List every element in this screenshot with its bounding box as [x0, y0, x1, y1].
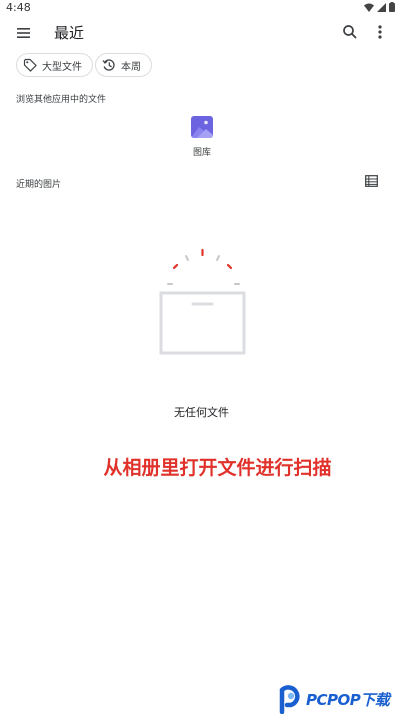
status-time: 4:48: [6, 1, 31, 14]
promo-caption: 从相册里打开文件进行扫描: [103, 457, 332, 479]
recent-section-label: 近期的图片: [16, 180, 62, 190]
tag-icon: [23, 58, 37, 72]
app-bar: 最近: [0, 18, 403, 48]
menu-icon[interactable]: [14, 22, 36, 44]
empty-state-text: 无任何文件: [174, 406, 229, 419]
chip-large-files[interactable]: 大型文件: [16, 53, 93, 77]
chip-label: 本周: [121, 61, 141, 73]
status-bar: 4:48: [0, 0, 403, 18]
search-icon[interactable]: [340, 22, 360, 42]
watermark-logo: PCPOP下载: [278, 683, 390, 715]
page-title: 最近: [54, 24, 85, 42]
chip-label: 大型文件: [42, 61, 82, 73]
more-vert-icon[interactable]: [372, 22, 388, 42]
gallery-icon: [191, 116, 213, 138]
chip-this-week[interactable]: 本周: [95, 53, 152, 77]
status-icons: [364, 2, 395, 12]
signal-icon: [377, 2, 386, 12]
pcpop-logo-icon: [279, 685, 300, 714]
empty-box-icon: [159, 248, 246, 355]
battery-icon: [389, 2, 395, 12]
app-shortcut-gallery[interactable]: 图库: [186, 116, 218, 158]
history-icon: [102, 59, 115, 71]
browse-section-label: 浏览其他应用中的文件: [16, 95, 107, 105]
list-view-icon[interactable]: [365, 175, 378, 187]
wifi-icon: [364, 3, 374, 12]
watermark-text: PCPOP下载: [306, 690, 390, 709]
gallery-label: 图库: [192, 148, 211, 158]
